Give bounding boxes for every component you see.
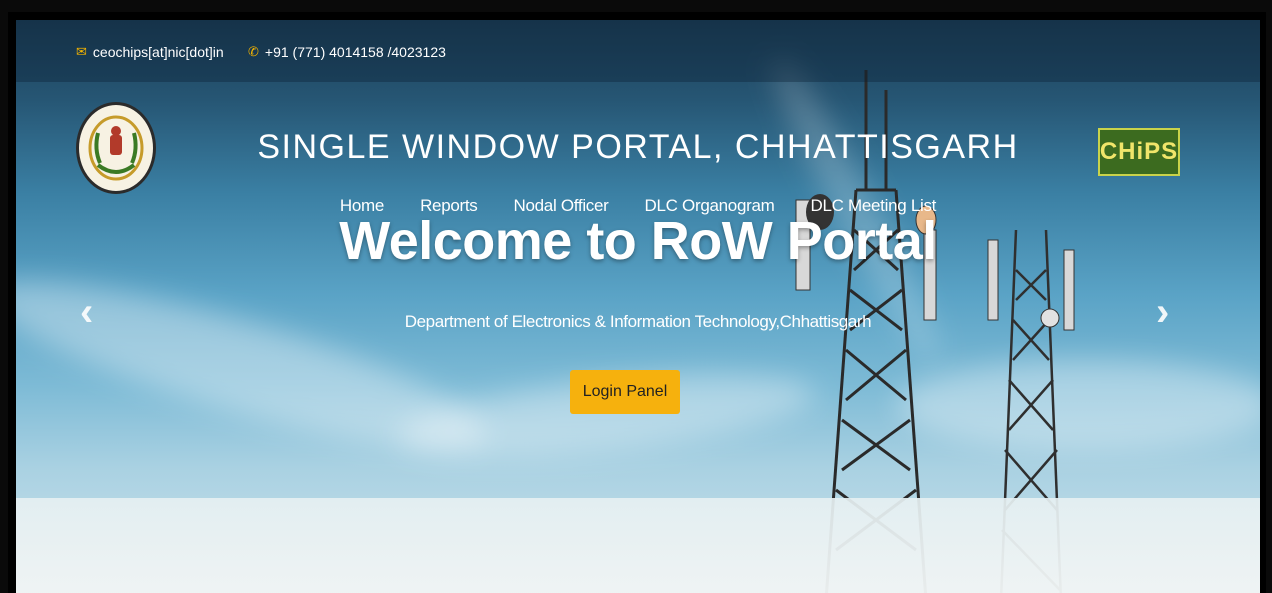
browser-frame: ✉ ceochips[at]nic[dot]in ✆ +91 (771) 401… bbox=[8, 12, 1266, 593]
hero-headline: Welcome to RoW Portal bbox=[339, 211, 937, 271]
email-contact[interactable]: ✉ ceochips[at]nic[dot]in bbox=[76, 44, 224, 60]
login-panel-button[interactable]: Login Panel bbox=[570, 370, 680, 414]
envelope-icon: ✉ bbox=[76, 44, 87, 59]
email-text: ceochips[at]nic[dot]in bbox=[92, 44, 224, 60]
hero-subtitle: Department of Electronics & Information … bbox=[404, 312, 872, 331]
chips-logo[interactable]: CHiPS bbox=[1098, 128, 1180, 176]
content-section bbox=[16, 498, 1260, 593]
hero-carousel: ✉ ceochips[at]nic[dot]in ✆ +91 (771) 401… bbox=[16, 20, 1260, 593]
phone-text: +91 (771) 4014158 /4023123 bbox=[264, 44, 446, 60]
phone-icon: ✆ bbox=[248, 44, 259, 59]
site-title: SINGLE WINDOW PORTAL, CHHATTISGARH bbox=[257, 128, 1019, 166]
phone-contact[interactable]: ✆ +91 (771) 4014158 /4023123 bbox=[248, 44, 446, 60]
chips-logo-text: CHiPS bbox=[1099, 138, 1179, 165]
